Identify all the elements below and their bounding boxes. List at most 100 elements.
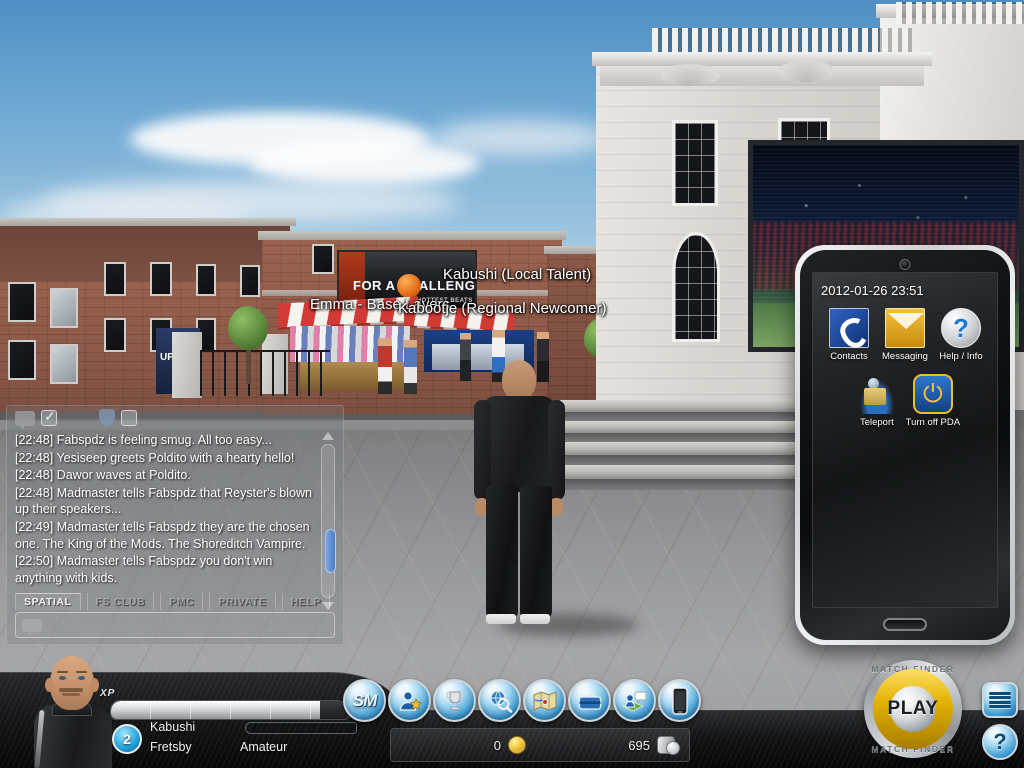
player-avatar[interactable] [464, 352, 638, 636]
sm-logo-button[interactable]: SM [343, 679, 386, 722]
window [50, 288, 78, 328]
speech-bubble-icon[interactable] [15, 410, 35, 430]
play-label: PLAY [887, 698, 939, 719]
phone-icon [671, 686, 688, 715]
scrollbar-track[interactable] [321, 444, 336, 598]
question-mark-icon: ? [993, 729, 1007, 754]
globe-search-icon [489, 689, 512, 713]
camera-icon [899, 259, 911, 270]
achievements-button[interactable] [433, 679, 476, 722]
chat-bubble-checkbox[interactable] [41, 408, 57, 426]
chat-tab-pmc[interactable]: PMC [160, 593, 204, 610]
chat-tab-spatial[interactable]: SPATIAL [15, 593, 81, 610]
avatar-shadow [498, 614, 638, 636]
nametag-kabushi: Kabushi (Local Talent) [443, 266, 592, 283]
profile-button[interactable] [388, 679, 431, 722]
help-button[interactable]: ? [982, 724, 1018, 760]
match-finder-play-button[interactable]: MATCH FINDER MATCH FINDER PLAY [864, 660, 962, 758]
profile-icon [399, 690, 422, 711]
window [240, 265, 260, 297]
scroll-up-arrow-icon[interactable] [322, 432, 334, 440]
chat-line: [22:50] Madmaster tells Fabspdz you don'… [15, 554, 273, 585]
chat-log: [22:48] Fabspdz is feeling smug. All too… [15, 432, 317, 610]
avatar-torso [482, 396, 556, 492]
pda-app-label: Help / Info [939, 351, 983, 362]
frieze-ornament [778, 60, 834, 82]
avatar-leg-right [520, 486, 552, 618]
game-screen: FOR A CHALLENGE? THE HOTTEST BEATS UP [0, 0, 1024, 768]
match-finder-ring: MATCH FINDER MATCH FINDER PLAY [864, 660, 962, 758]
pda-button[interactable] [658, 679, 701, 722]
chat-panel[interactable]: [22:48] Fabspdz is feeling smug. All too… [6, 405, 344, 645]
question-mark-icon [940, 308, 981, 348]
building-cornice [0, 218, 296, 226]
arched-window [672, 232, 720, 342]
chat-channel-icon[interactable] [22, 618, 42, 636]
menu-button[interactable] [982, 682, 1018, 718]
pda-app-turn-off[interactable]: Turn off PDA [905, 374, 961, 428]
hud-toolbar[interactable]: SM [343, 679, 701, 722]
pda-app-label: Turn off PDA [905, 417, 961, 428]
search-button[interactable] [478, 679, 521, 722]
pda-app-help-info[interactable]: Help / Info [933, 308, 989, 362]
window [8, 340, 36, 380]
trophy-icon [445, 691, 464, 710]
shield-icon[interactable] [99, 409, 115, 427]
avatar-shoe-right [520, 614, 550, 624]
window [104, 262, 126, 296]
pda-clock: 2012-01-26 23:51 [821, 283, 924, 298]
pda-app-label: Messaging [882, 351, 928, 362]
window [672, 120, 718, 206]
scrollbar-thumb[interactable] [325, 529, 336, 573]
avatar-arm-right [548, 400, 565, 500]
play-gold-ring: PLAY [873, 669, 953, 749]
building-frieze [600, 66, 924, 86]
npc[interactable] [404, 340, 417, 394]
npc[interactable] [378, 338, 392, 394]
social-button[interactable] [613, 679, 656, 722]
inventory-button[interactable] [568, 679, 611, 722]
bag-icon [578, 691, 601, 710]
pda-screen[interactable]: 2012-01-26 23:51 Contacts Messaging Help… [812, 272, 998, 608]
building-cornice [258, 231, 566, 240]
currency-silver: 695 [540, 736, 689, 755]
balustrade [652, 28, 912, 52]
social-chat-icon [621, 691, 646, 711]
balustrade [896, 2, 1024, 24]
chat-tab-private[interactable]: PRIVATE [209, 593, 276, 610]
chat-line: [22:49] Madmaster tells Fabspdz they are… [15, 519, 310, 551]
pda-app-messaging[interactable]: Messaging [877, 308, 933, 362]
pda-app-label: Teleport [859, 417, 894, 428]
map-button[interactable] [523, 679, 566, 722]
chat-tab-help[interactable]: HELP [281, 593, 330, 610]
chat-line: [22:48] Dawor waves at Poldito. [15, 468, 191, 483]
window [196, 264, 216, 296]
building-cornice [592, 52, 932, 66]
chat-input[interactable] [48, 618, 328, 632]
nametag-kabootje: Kabootje (Regional Newcomer) [398, 300, 607, 317]
frieze-ornament [660, 64, 720, 86]
chat-shield-checkbox[interactable] [121, 410, 137, 426]
chat-tabs[interactable]: SPATIAL FS CLUB PMC PRIVATE HELP [15, 593, 333, 610]
cloud [430, 120, 610, 156]
silver-value: 695 [628, 737, 650, 753]
play-core[interactable]: PLAY [887, 686, 939, 732]
chat-line: [22:48] Yesiseep greets Poldito with a h… [15, 450, 295, 465]
pda-app-grid: Contacts Messaging Help / Info Teleport [821, 308, 989, 438]
avatar-leg-left [486, 486, 518, 618]
pda-app-teleport[interactable]: Teleport [849, 374, 905, 428]
chat-line: [22:48] Madmaster tells Fabspdz that Rey… [15, 485, 312, 517]
railing [200, 350, 330, 396]
pda-home-button[interactable] [883, 618, 927, 631]
chat-scrollbar[interactable] [319, 432, 337, 610]
map-icon [533, 690, 556, 711]
window [150, 262, 172, 296]
pda-app-contacts[interactable]: Contacts [821, 308, 877, 362]
pda-app-label: Contacts [830, 351, 868, 362]
chat-tab-fs-club[interactable]: FS CLUB [86, 593, 155, 610]
power-icon [912, 374, 953, 414]
avatar-head [502, 360, 536, 400]
chat-input-row[interactable] [15, 612, 335, 638]
pda-body: 2012-01-26 23:51 Contacts Messaging Help… [800, 250, 1010, 640]
pda-device[interactable]: 2012-01-26 23:51 Contacts Messaging Help… [795, 245, 1015, 645]
